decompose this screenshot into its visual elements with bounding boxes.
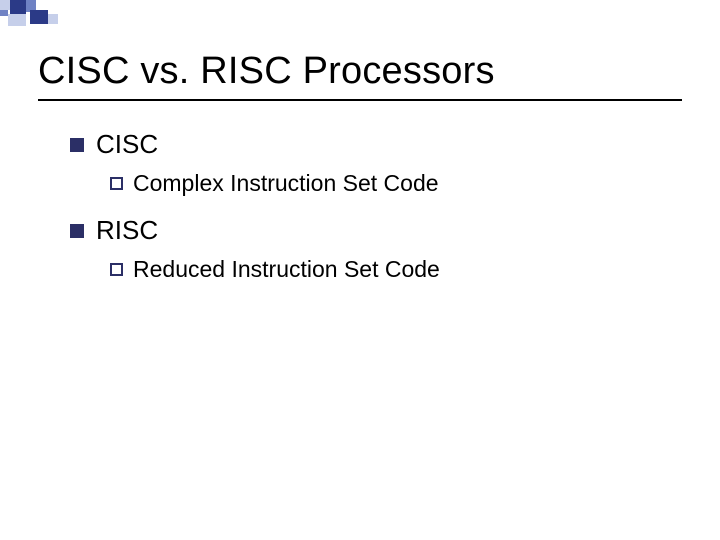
corner-decoration bbox=[0, 0, 100, 28]
list-subitem-label: Complex Instruction Set Code bbox=[133, 170, 439, 197]
title-underline bbox=[38, 99, 682, 101]
list-subitem: Complex Instruction Set Code bbox=[110, 170, 682, 197]
hollow-square-bullet-icon bbox=[110, 263, 123, 276]
list-subitem-label: Reduced Instruction Set Code bbox=[133, 256, 440, 283]
slide-title: CISC vs. RISC Processors bbox=[38, 50, 682, 93]
list-item: RISC bbox=[70, 215, 682, 246]
list-item: CISC bbox=[70, 129, 682, 160]
hollow-square-bullet-icon bbox=[110, 177, 123, 190]
slide-content: CISC vs. RISC Processors CISC Complex In… bbox=[0, 0, 720, 283]
list-item-label: RISC bbox=[96, 215, 158, 246]
square-bullet-icon bbox=[70, 224, 84, 238]
list-subitem: Reduced Instruction Set Code bbox=[110, 256, 682, 283]
list-item-label: CISC bbox=[96, 129, 158, 160]
square-bullet-icon bbox=[70, 138, 84, 152]
